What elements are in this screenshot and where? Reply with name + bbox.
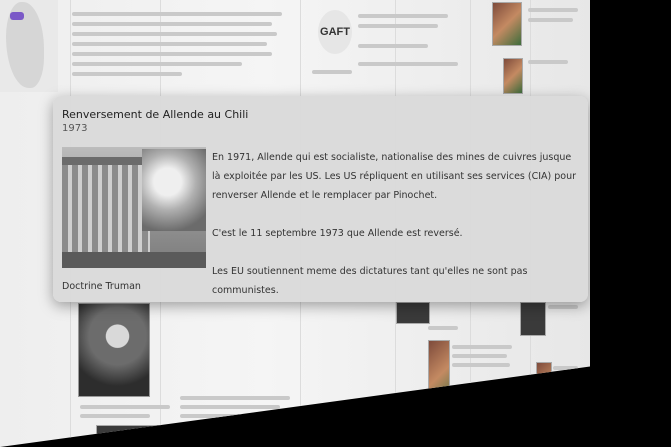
event-detail-popup[interactable]: Renversement de Allende au Chili 1973 En… — [53, 96, 588, 302]
event-text — [452, 345, 512, 349]
event-thumbnail[interactable] — [446, 412, 478, 447]
event-thumbnail[interactable] — [536, 362, 552, 416]
event-text — [180, 405, 280, 409]
event-thumbnail[interactable] — [503, 58, 523, 94]
event-text — [528, 18, 573, 22]
description-paragraph: Les EU soutiennent meme des dictatures t… — [212, 266, 528, 296]
event-thumbnail[interactable] — [428, 340, 450, 412]
screen-edge — [590, 0, 671, 447]
event-text — [80, 405, 170, 409]
event-text — [312, 70, 352, 74]
event-title: Renversement de Allende au Chili — [62, 108, 249, 121]
event-text — [72, 32, 277, 36]
event-text — [358, 24, 438, 28]
event-text — [428, 326, 458, 330]
event-text — [72, 22, 272, 26]
chile-highlight — [10, 12, 24, 20]
description-paragraph: En 1971, Allende qui est socialiste, nat… — [212, 152, 577, 201]
event-text — [72, 62, 242, 66]
event-text — [528, 60, 568, 64]
description-paragraph: C'est le 11 septembre 1973 que Allende e… — [212, 228, 463, 239]
event-thumbnail[interactable] — [492, 2, 522, 46]
la-moneda-bombing-photo — [62, 147, 206, 268]
smoke-cloud — [142, 149, 206, 231]
street — [62, 252, 206, 268]
event-text — [452, 363, 510, 367]
event-portrait-photo[interactable] — [78, 303, 150, 397]
event-text — [358, 44, 428, 48]
event-text — [553, 366, 578, 370]
event-text — [358, 14, 448, 18]
event-text — [180, 414, 285, 418]
event-text — [358, 62, 458, 66]
event-related-doctrine: Doctrine Truman — [62, 281, 141, 292]
event-text — [72, 72, 182, 76]
event-text — [180, 396, 290, 400]
event-text — [72, 12, 282, 16]
event-text — [80, 414, 150, 418]
event-thumbnail[interactable] — [96, 425, 168, 447]
event-text — [72, 42, 267, 46]
event-text — [528, 8, 578, 12]
gatt-logo[interactable]: GAFT — [318, 10, 352, 54]
event-description: En 1971, Allende qui est socialiste, nat… — [212, 148, 577, 319]
event-text — [452, 354, 507, 358]
event-year: 1973 — [62, 123, 88, 134]
event-text — [72, 52, 272, 56]
event-text — [180, 423, 260, 427]
world-map-thumbnail[interactable] — [0, 0, 58, 92]
